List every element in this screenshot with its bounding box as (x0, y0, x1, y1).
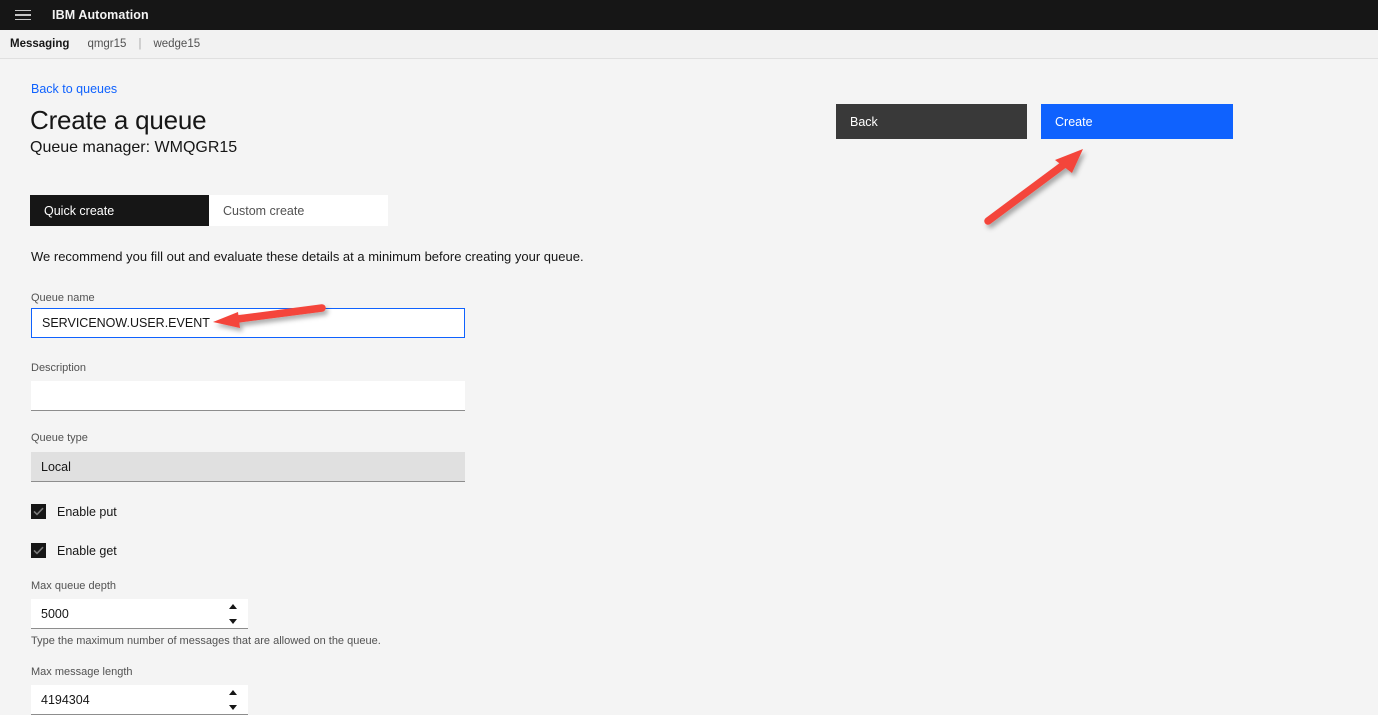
enable-put-checkbox-row[interactable]: Enable put (31, 504, 117, 519)
tab-custom-create[interactable]: Custom create (209, 195, 388, 226)
queue-name-input[interactable] (31, 308, 465, 338)
breadcrumb-separator: | (138, 38, 141, 50)
enable-put-label: Enable put (57, 505, 117, 519)
queue-type-label: Queue type (31, 431, 88, 445)
checkmark-icon (33, 546, 44, 555)
queue-type-select[interactable]: Local (31, 452, 465, 482)
recommendation-text: We recommend you fill out and evaluate t… (31, 248, 584, 266)
page-content: Back to queues Create a queue Queue mana… (0, 59, 1378, 712)
max-message-length-label: Max message length (31, 665, 133, 679)
hamburger-line (15, 14, 31, 16)
max-queue-depth-input[interactable] (31, 599, 248, 628)
stepper-up-icon[interactable] (229, 690, 237, 695)
max-message-length-field (31, 685, 248, 715)
enable-get-checkbox-row[interactable]: Enable get (31, 543, 117, 558)
stepper-down-icon[interactable] (229, 619, 237, 624)
max-queue-depth-helper: Type the maximum number of messages that… (31, 634, 381, 648)
back-button[interactable]: Back (836, 104, 1027, 139)
back-to-queues-link[interactable]: Back to queues (31, 82, 117, 96)
description-label: Description (31, 361, 86, 375)
tab-quick-create[interactable]: Quick create (30, 195, 209, 226)
max-message-length-input[interactable] (31, 685, 248, 714)
breadcrumb-item-wedge15[interactable]: wedge15 (153, 38, 200, 50)
breadcrumb-item-qmgr15[interactable]: qmgr15 (87, 38, 126, 50)
page-title: Create a queue (30, 103, 206, 137)
hamburger-line (15, 10, 31, 12)
enable-get-checkbox[interactable] (31, 543, 46, 558)
page-subtitle: Queue manager: WMQGR15 (30, 137, 237, 159)
checkmark-icon (33, 507, 44, 516)
app-title: IBM Automation (52, 0, 149, 30)
create-mode-tabs: Quick create Custom create (30, 195, 388, 226)
create-button[interactable]: Create (1041, 104, 1233, 139)
enable-get-label: Enable get (57, 544, 117, 558)
enable-put-checkbox[interactable] (31, 504, 46, 519)
max-message-length-stepper[interactable] (229, 690, 238, 710)
breadcrumb-item-messaging[interactable]: Messaging (10, 38, 69, 50)
stepper-up-icon[interactable] (229, 604, 237, 609)
hamburger-menu-icon[interactable] (8, 0, 38, 30)
queue-type-value: Local (41, 460, 71, 474)
max-queue-depth-field (31, 599, 248, 629)
queue-name-label: Queue name (31, 291, 95, 305)
max-queue-depth-stepper[interactable] (229, 604, 238, 624)
max-queue-depth-label: Max queue depth (31, 579, 116, 593)
description-input[interactable] (31, 381, 465, 411)
breadcrumb: Messaging qmgr15 | wedge15 (0, 30, 1378, 59)
stepper-down-icon[interactable] (229, 705, 237, 710)
app-header: IBM Automation (0, 0, 1378, 30)
hamburger-line (15, 19, 31, 21)
